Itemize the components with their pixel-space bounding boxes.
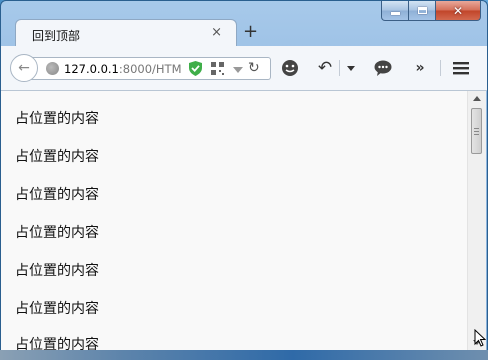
address-bar[interactable]: 127.0.0.1:8000/HTM ↻ xyxy=(29,57,271,80)
undo-dropdown-icon[interactable] xyxy=(346,58,356,78)
navigation-toolbar: 127.0.0.1:8000/HTM ↻ ← ↶ » xyxy=(1,46,487,91)
scrollbar-thumb[interactable] xyxy=(471,108,482,154)
toolbar-separator xyxy=(440,60,441,76)
tab-active[interactable]: 回到顶部 × xyxy=(15,19,237,47)
toolbar-separator xyxy=(339,60,340,76)
shield-icon[interactable] xyxy=(189,61,202,76)
new-tab-button[interactable]: + xyxy=(243,21,258,42)
dropdown-arrow-icon[interactable] xyxy=(233,67,243,73)
browser-window: ✕ 回到顶部 × + 127.0.0.1:8000/HTM ↻ ← ↶ » 占位… xyxy=(0,0,488,358)
minimize-icon xyxy=(390,12,400,15)
url-text: 127.0.0.1:8000/HTM xyxy=(64,62,182,76)
tab-close-icon[interactable]: × xyxy=(211,25,222,40)
tab-title: 回到顶部 xyxy=(32,29,81,43)
grip-line xyxy=(474,134,479,135)
globe-icon xyxy=(46,62,59,75)
content-line: 占位置的内容 xyxy=(15,225,99,241)
desktop-taskbar xyxy=(0,350,488,360)
content-line: 占位置的内容 xyxy=(15,111,99,127)
close-window-button[interactable]: ✕ xyxy=(436,1,481,21)
smiley-icon[interactable] xyxy=(280,58,300,78)
reload-icon[interactable]: ↻ xyxy=(248,60,260,76)
grip-line xyxy=(474,128,479,129)
maximize-button[interactable] xyxy=(409,1,436,21)
undo-icon[interactable]: ↶ xyxy=(315,58,335,78)
content-line: 占位置的内容 xyxy=(15,263,99,279)
url-host: 127.0.0.1 xyxy=(64,62,119,76)
grip-line xyxy=(474,131,479,132)
back-button[interactable]: ← xyxy=(10,54,38,82)
content-line: 占位置的内容 xyxy=(15,337,99,351)
scroll-up-arrow-icon[interactable] xyxy=(473,96,481,101)
page-content: 占位置的内容 占位置的内容 占位置的内容 占位置的内容 占位置的内容 占位置的内… xyxy=(1,91,467,351)
close-icon: ✕ xyxy=(452,3,464,18)
back-arrow-icon: ← xyxy=(18,60,30,76)
overflow-chevron-icon[interactable]: » xyxy=(411,58,429,78)
chat-bubble-icon[interactable] xyxy=(373,58,393,78)
content-line: 占位置的内容 xyxy=(15,187,99,203)
content-line: 占位置的内容 xyxy=(15,149,99,165)
maximize-icon xyxy=(417,7,427,14)
hamburger-menu-icon[interactable] xyxy=(453,58,469,78)
qr-code-icon[interactable] xyxy=(211,62,224,75)
vertical-scrollbar[interactable] xyxy=(467,91,486,351)
url-path: :8000/HTM xyxy=(118,62,182,76)
minimize-button[interactable] xyxy=(381,1,409,21)
window-caption-buttons: ✕ xyxy=(381,1,481,21)
content-line: 占位置的内容 xyxy=(15,301,99,317)
mouse-cursor-icon xyxy=(474,329,486,347)
